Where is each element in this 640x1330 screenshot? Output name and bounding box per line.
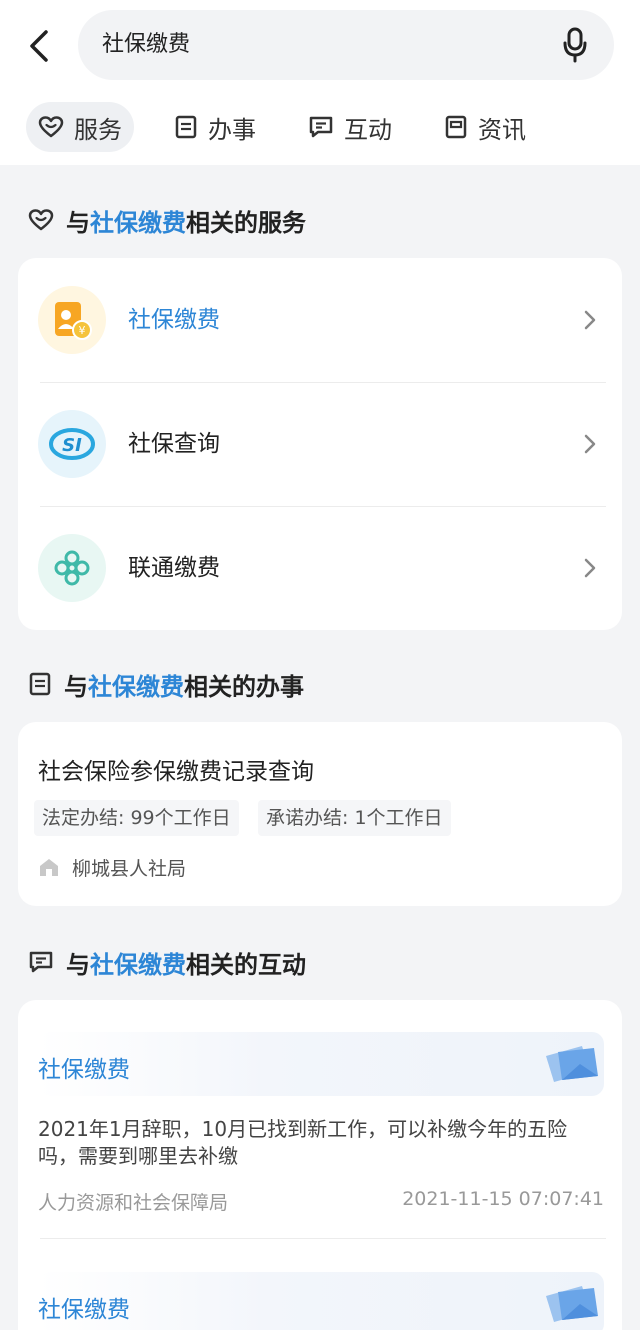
document-icon bbox=[175, 115, 197, 139]
chevron-right-icon bbox=[584, 558, 596, 578]
title-keyword: 社保缴费 bbox=[90, 950, 186, 979]
affair-card[interactable]: 社会保险参保缴费记录查询 法定办结: 99个工作日 承诺办结: 1个工作日 柳城… bbox=[18, 722, 622, 906]
tab-label: 办事 bbox=[208, 115, 256, 144]
services-card: ¥ 社保缴费 SI 社保查询 联通缴费 bbox=[18, 258, 622, 630]
interaction-topic: 社保缴费 bbox=[38, 1297, 130, 1323]
affairs-section-title: 与社保缴费 相关的办事 bbox=[28, 664, 304, 704]
search-input[interactable]: 社保缴费 bbox=[102, 10, 190, 80]
title-prefix: 与 bbox=[66, 950, 90, 979]
title-suffix: 相关的办事 bbox=[184, 672, 304, 701]
interaction-item[interactable]: 社保缴费 2021年1月辞职，10月已找到新工作，可以补缴今年的五险吗，需要到哪… bbox=[18, 1000, 622, 1238]
title-suffix: 相关的互动 bbox=[186, 950, 306, 979]
microphone-icon bbox=[563, 27, 587, 63]
chevron-right-icon bbox=[584, 434, 596, 454]
service-label: 社保缴费 bbox=[128, 307, 220, 333]
services-section-title: 与社保缴费 相关的服务 bbox=[28, 200, 306, 240]
service-label: 联通缴费 bbox=[128, 555, 220, 581]
heart-icon bbox=[38, 116, 64, 138]
tab-affairs[interactable]: 办事 bbox=[162, 102, 268, 152]
header: 社保缴费 服务 办事 互动 资讯 bbox=[0, 0, 640, 165]
service-row-social-security-query[interactable]: SI 社保查询 bbox=[18, 382, 622, 506]
title-prefix: 与 bbox=[64, 672, 88, 701]
document-icon bbox=[29, 672, 51, 696]
chat-icon bbox=[309, 116, 333, 138]
social-security-payment-icon: ¥ bbox=[38, 286, 106, 354]
interaction-topic: 社保缴费 bbox=[38, 1057, 130, 1083]
service-row-social-security-payment[interactable]: ¥ 社保缴费 bbox=[18, 258, 622, 382]
tab-services[interactable]: 服务 bbox=[26, 102, 134, 152]
china-unicom-logo-icon bbox=[38, 534, 106, 602]
service-row-unicom-payment[interactable]: 联通缴费 bbox=[18, 506, 622, 630]
title-suffix: 相关的服务 bbox=[186, 208, 306, 237]
promised-deadline-badge: 承诺办结: 1个工作日 bbox=[258, 800, 451, 836]
interactions-section-title: 与社保缴费 相关的互动 bbox=[28, 942, 306, 982]
tab-label: 资讯 bbox=[478, 115, 526, 144]
interactions-card: 社保缴费 2021年1月辞职，10月已找到新工作，可以补缴今年的五险吗，需要到哪… bbox=[18, 1000, 622, 1330]
department-name: 柳城县人社局 bbox=[72, 857, 187, 880]
svg-text:¥: ¥ bbox=[79, 324, 86, 337]
service-label: 社保查询 bbox=[128, 431, 220, 457]
building-icon bbox=[40, 859, 58, 876]
tab-news[interactable]: 资讯 bbox=[432, 102, 538, 152]
department-row: 柳城县人社局 bbox=[38, 852, 186, 882]
interaction-time: 2021-11-15 07:07:41 bbox=[402, 1188, 604, 1210]
tab-label: 互动 bbox=[344, 115, 392, 144]
back-arrow-icon bbox=[30, 30, 48, 62]
back-button[interactable] bbox=[22, 26, 56, 66]
interaction-question: 2021年1月辞职，10月已找到新工作，可以补缴今年的五险吗，需要到哪里去补缴 bbox=[38, 1117, 568, 1168]
affair-title: 社会保险参保缴费记录查询 bbox=[38, 759, 314, 785]
chevron-right-icon bbox=[584, 310, 596, 330]
title-keyword: 社保缴费 bbox=[90, 208, 186, 237]
voice-search-button[interactable] bbox=[558, 26, 592, 64]
title-keyword: 社保缴费 bbox=[88, 672, 184, 701]
svg-text:SI: SI bbox=[62, 435, 82, 456]
si-logo-icon: SI bbox=[38, 410, 106, 478]
title-prefix: 与 bbox=[66, 208, 90, 237]
search-box[interactable]: 社保缴费 bbox=[78, 10, 614, 80]
envelope-icon bbox=[546, 1046, 598, 1082]
legal-deadline-badge: 法定办结: 99个工作日 bbox=[34, 800, 239, 836]
heart-icon bbox=[28, 209, 54, 231]
chat-icon bbox=[29, 951, 53, 973]
interaction-item[interactable]: 社保缴费 bbox=[18, 1238, 622, 1330]
tab-label: 服务 bbox=[74, 115, 122, 144]
interaction-department: 人力资源和社会保障局 bbox=[38, 1192, 229, 1214]
tab-bar: 服务 办事 互动 资讯 bbox=[26, 102, 552, 152]
tab-interactions[interactable]: 互动 bbox=[296, 102, 404, 152]
envelope-icon bbox=[546, 1286, 598, 1322]
news-icon bbox=[445, 115, 467, 139]
